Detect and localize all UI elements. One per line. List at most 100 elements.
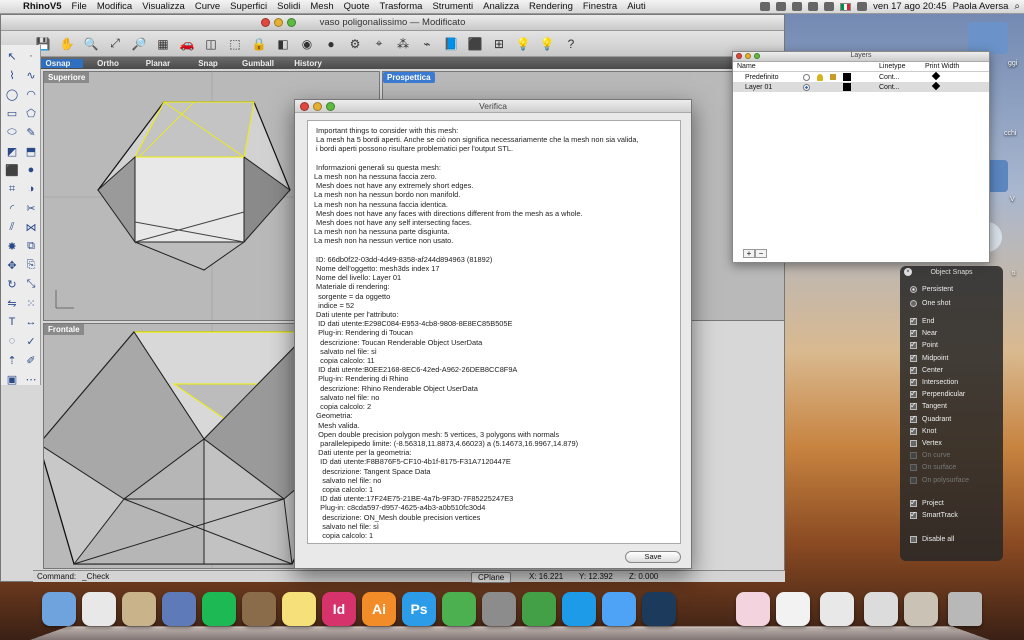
hide-icon[interactable]: ◌ bbox=[3, 332, 21, 350]
add-layer-button[interactable]: + bbox=[743, 249, 755, 258]
indesign-icon[interactable]: Id bbox=[322, 592, 356, 626]
desktop-folder-icon[interactable] bbox=[968, 22, 1008, 54]
minimize-button[interactable] bbox=[745, 53, 751, 59]
command-input[interactable]: _Check bbox=[82, 572, 109, 581]
mail-icon[interactable] bbox=[122, 592, 156, 626]
layer-color-swatch[interactable] bbox=[843, 73, 851, 81]
book-icon[interactable]: 📘 bbox=[441, 34, 461, 54]
column-print-width[interactable]: Print Width bbox=[925, 63, 985, 70]
menu-quote[interactable]: Quote bbox=[339, 1, 375, 12]
current-layer-radio[interactable] bbox=[803, 83, 810, 91]
messages-icon[interactable] bbox=[602, 592, 636, 626]
lock-icon[interactable]: 🔒 bbox=[249, 34, 269, 54]
osnap-option[interactable]: Knot bbox=[910, 426, 936, 435]
osnap-option[interactable]: Perpendicular bbox=[910, 389, 965, 399]
dots-icon[interactable]: ⋯ bbox=[22, 370, 40, 388]
box-icon[interactable]: ⬛ bbox=[465, 34, 485, 54]
fillet-icon[interactable]: ◜ bbox=[3, 199, 21, 217]
menubar-user[interactable]: Paola Aversa bbox=[953, 1, 1009, 12]
mesh-icon[interactable]: ⌗ bbox=[3, 180, 21, 198]
layers-titlebar[interactable]: Layers bbox=[733, 52, 989, 62]
preview-icon[interactable] bbox=[242, 592, 276, 626]
point-icon[interactable]: · bbox=[22, 47, 40, 65]
scale-icon[interactable]: ⤡ bbox=[22, 275, 40, 293]
menu-visualizza[interactable]: Visualizza bbox=[137, 1, 190, 12]
osnap-checkbox[interactable] bbox=[910, 340, 917, 350]
text-icon[interactable]: T bbox=[3, 313, 21, 331]
utorrent-icon[interactable] bbox=[522, 592, 556, 626]
finder-icon[interactable] bbox=[42, 592, 76, 626]
osnap-checkbox[interactable] bbox=[910, 328, 917, 338]
osnap-checkbox[interactable] bbox=[910, 365, 917, 374]
stickies-icon[interactable] bbox=[282, 592, 316, 626]
paint-icon[interactable]: ✐ bbox=[22, 351, 40, 369]
join-icon[interactable]: ⋈ bbox=[22, 218, 40, 236]
cplane-selector[interactable]: CPlane bbox=[471, 572, 512, 583]
osnap-option[interactable]: Tangent bbox=[910, 401, 947, 411]
rhino-titlebar[interactable]: vaso poligonalissimo — Modificato bbox=[1, 15, 784, 31]
smarttrack-option[interactable]: SmartTrack bbox=[910, 510, 958, 519]
osnap-checkbox[interactable] bbox=[910, 452, 917, 460]
trim-icon[interactable]: ✂ bbox=[22, 199, 40, 217]
project-checkbox[interactable] bbox=[910, 498, 917, 507]
pan-hand-icon[interactable]: ✋ bbox=[57, 34, 77, 54]
close-button[interactable] bbox=[736, 53, 742, 59]
freeform-icon[interactable]: ✎ bbox=[22, 123, 40, 141]
boolean-icon[interactable]: ◑ bbox=[22, 180, 40, 198]
bunny-app-icon[interactable] bbox=[736, 592, 770, 626]
properties-gear-icon[interactable]: ⚙ bbox=[345, 34, 365, 54]
lock-icon[interactable] bbox=[830, 74, 836, 80]
grid-icon[interactable]: ⊞ bbox=[489, 34, 509, 54]
chrome-icon[interactable] bbox=[82, 592, 116, 626]
osnap-checkbox[interactable] bbox=[910, 389, 917, 399]
desktop-label[interactable]: V bbox=[1010, 196, 1015, 203]
osnap-option[interactable]: Vertex bbox=[910, 440, 942, 447]
layer-name[interactable]: Predefinito bbox=[733, 74, 803, 81]
gumball-toggle[interactable]: Gumball bbox=[233, 59, 283, 68]
layer-row[interactable]: Layer 01 Cont... bbox=[733, 81, 989, 92]
four-viewports-icon[interactable]: ▦ bbox=[153, 34, 173, 54]
osnap-checkbox[interactable] bbox=[910, 440, 917, 447]
light-bulb-icon[interactable]: 💡 bbox=[513, 34, 533, 54]
zoom-button[interactable] bbox=[287, 18, 296, 27]
rectangle-icon[interactable]: ▭ bbox=[3, 104, 21, 122]
layer-linetype[interactable]: Cont... bbox=[879, 84, 925, 91]
oneshot-option[interactable]: One shot bbox=[910, 300, 950, 307]
document-icon[interactable] bbox=[864, 592, 898, 626]
menu-trasforma[interactable]: Trasforma bbox=[375, 1, 428, 12]
remove-layer-button[interactable]: − bbox=[755, 249, 767, 258]
split-icon[interactable]: ⫽ bbox=[3, 218, 21, 236]
command-line[interactable]: Command: _Check CPlane X: 16.221 Y: 12.3… bbox=[33, 570, 785, 583]
solid-box-icon[interactable]: ⬛ bbox=[3, 161, 21, 179]
osnap-checkbox[interactable] bbox=[910, 464, 917, 472]
osnap-option[interactable]: On polysurface bbox=[910, 476, 969, 484]
osnap-checkbox[interactable] bbox=[910, 377, 917, 386]
osnap-option[interactable]: End bbox=[910, 316, 934, 325]
move-icon[interactable]: ✥ bbox=[3, 256, 21, 274]
persistent-radio[interactable] bbox=[910, 286, 917, 293]
array-icon[interactable]: ⁙ bbox=[22, 294, 40, 312]
print-width-icon[interactable] bbox=[931, 81, 941, 91]
zoom-selected-icon[interactable]: 🔎 bbox=[129, 34, 149, 54]
curve-icon[interactable]: ∿ bbox=[22, 66, 40, 84]
osnap-checkbox[interactable] bbox=[910, 476, 917, 484]
trash-icon[interactable] bbox=[948, 592, 982, 626]
menu-aiuti[interactable]: Aiuti bbox=[622, 1, 650, 12]
menu-app-name[interactable]: RhinoV5 bbox=[18, 1, 67, 12]
points-on-icon[interactable]: ⁂ bbox=[393, 34, 413, 54]
wifi-icon[interactable] bbox=[808, 2, 819, 11]
osnap-option[interactable]: Near bbox=[910, 328, 937, 338]
cage-icon[interactable]: ▣ bbox=[3, 370, 21, 388]
menu-solidi[interactable]: Solidi bbox=[272, 1, 305, 12]
menubar-clock[interactable]: ven 17 ago 20:45 bbox=[873, 1, 946, 12]
dimension-icon[interactable]: ↔ bbox=[22, 313, 40, 331]
illustrator-icon[interactable]: Ai bbox=[362, 592, 396, 626]
project-option[interactable]: Project bbox=[910, 498, 944, 507]
polyline-icon[interactable]: ⌇ bbox=[3, 66, 21, 84]
ortho-toggle[interactable]: Ortho bbox=[83, 59, 133, 68]
polygon-icon[interactable]: ⬠ bbox=[22, 104, 40, 122]
mirror-icon[interactable]: ⇋ bbox=[3, 294, 21, 312]
column-linetype[interactable]: Linetype bbox=[879, 63, 925, 70]
column-name[interactable]: Name bbox=[733, 63, 803, 70]
osnap-option[interactable]: Midpoint bbox=[910, 353, 948, 362]
